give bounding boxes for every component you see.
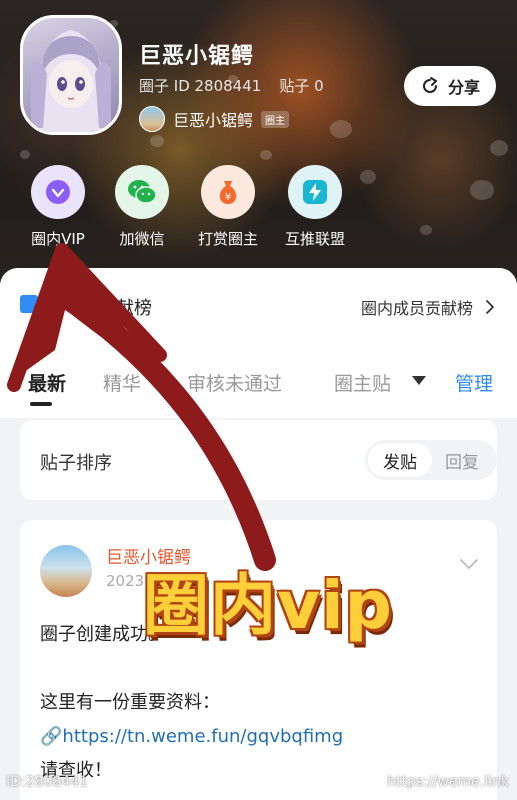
sort-toggle: 发贴 回复 (365, 440, 497, 480)
quick-action-label: 打赏圈主 (197, 230, 258, 248)
link-icon: 🔗 (40, 726, 63, 747)
post-count: 贴子 0 (279, 77, 324, 95)
share-icon (423, 77, 437, 93)
owner-row[interactable]: 巨恶小锯鳄 圈主 (139, 106, 290, 132)
contribution-bar[interactable]: 员贡献榜 圈内成员贡献榜 (0, 268, 517, 342)
sort-by-reply-button[interactable]: 回复 (430, 443, 494, 477)
quick-action-label: 圈内VIP (31, 230, 85, 248)
chevron-down-icon[interactable] (459, 558, 479, 570)
active-tab-indicator (30, 402, 52, 406)
quick-action-vip[interactable]: 圈内VIP (13, 165, 103, 249)
diamond-icon (31, 165, 85, 219)
rank-badge (20, 295, 38, 313)
post-link[interactable]: 🔗https://tn.weme.fun/gqvbqfimg (40, 720, 343, 754)
post-date: 2023 (106, 572, 145, 590)
post-sort-card: 贴子排序 发贴 回复 (20, 420, 497, 500)
sort-label: 贴子排序 (40, 453, 112, 474)
member-contribution-label: 圈内成员贡献榜 (360, 299, 473, 318)
post-author-avatar[interactable] (40, 545, 92, 597)
lightning-icon (288, 165, 342, 219)
manage-button[interactable]: 管理 (455, 369, 493, 396)
contribution-title: 员贡献榜 (80, 298, 152, 319)
circle-header: 巨恶小锯鳄 圈子 ID 2808441 贴子 0 巨恶小锯鳄 圈主 分享 圈内V… (0, 0, 517, 290)
caret-down-icon[interactable] (411, 374, 427, 386)
owner-name: 巨恶小锯鳄 (173, 111, 254, 130)
circle-meta: 圈子 ID 2808441 贴子 0 (139, 75, 324, 96)
tab-owner-posts[interactable]: 圈主贴 (334, 369, 398, 396)
quick-action-label: 互推联盟 (284, 230, 345, 248)
svg-text:¥: ¥ (225, 192, 231, 203)
watermark-id: ID:2808441 (6, 774, 88, 790)
promo-overlay-text: 圈内vip (143, 567, 393, 644)
quick-action-tip-owner[interactable]: ¥ 打赏圈主 (183, 165, 273, 249)
tab-featured[interactable]: 精华 (103, 369, 141, 396)
money-bag-icon: ¥ (201, 165, 255, 219)
chevron-right-icon (486, 300, 494, 314)
circle-id: 圈子 ID 2808441 (139, 77, 262, 95)
circle-avatar[interactable] (20, 15, 122, 135)
owner-avatar (139, 106, 165, 132)
watermark-url: https://weme.link (387, 774, 509, 790)
share-label: 分享 (447, 78, 480, 97)
post-tabs: 最新 精华 审核未通过 圈主贴 管理 (0, 342, 517, 418)
quick-actions: 圈内VIP 加微信 ¥ 打赏圈主 互推联盟 (0, 165, 517, 255)
quick-action-alliance[interactable]: 互推联盟 (270, 165, 360, 249)
share-button[interactable]: 分享 (404, 66, 496, 106)
wechat-icon (115, 165, 169, 219)
tab-rejected[interactable]: 审核未通过 (187, 369, 282, 396)
quick-action-wechat[interactable]: 加微信 (97, 165, 187, 249)
owner-badge: 圈主 (261, 110, 290, 128)
member-contribution-link[interactable]: 圈内成员贡献榜 (361, 295, 495, 319)
content-sheet: 员贡献榜 圈内成员贡献榜 最新 精华 审核未通过 圈主贴 管理 贴子排序 发贴 … (0, 268, 517, 800)
circle-name: 巨恶小锯鳄 (139, 44, 255, 69)
post-link-text: https://tn.weme.fun/gqvbqfimg (62, 726, 344, 747)
quick-action-label: 加微信 (119, 230, 165, 248)
sort-by-post-button[interactable]: 发贴 (368, 443, 432, 477)
post-line: 这里有一份重要资料： (40, 692, 220, 713)
tab-latest[interactable]: 最新 (28, 369, 66, 396)
